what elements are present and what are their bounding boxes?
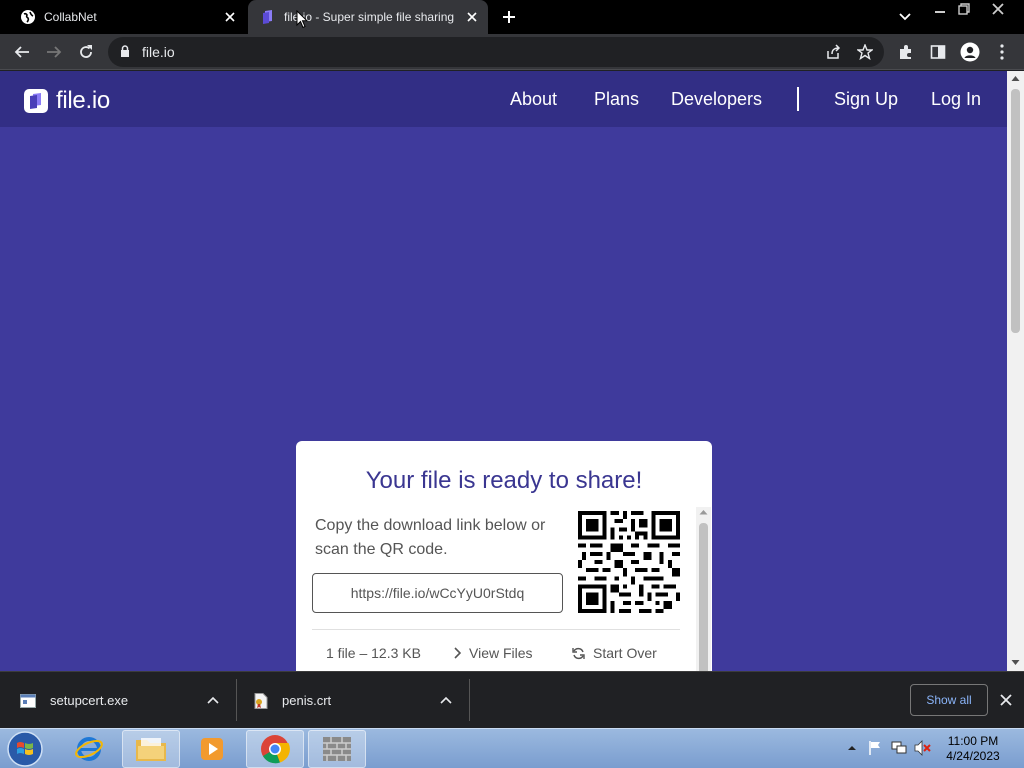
start-over-label: Start Over	[593, 645, 657, 661]
download-separator	[469, 679, 470, 721]
download-options-chevron-icon[interactable]	[438, 692, 454, 708]
nav-developers[interactable]: Developers	[671, 89, 762, 110]
scroll-up-arrow-icon[interactable]	[699, 509, 708, 515]
fileio-favicon-icon	[263, 10, 272, 24]
view-files-label: View Files	[469, 645, 533, 661]
bookmark-star-icon[interactable]	[856, 43, 874, 61]
page-scrollbar[interactable]	[1007, 71, 1024, 671]
extensions-puzzle-icon[interactable]	[894, 40, 918, 64]
close-downloads-icon[interactable]	[998, 692, 1014, 708]
card-scroll-thumb[interactable]	[699, 523, 708, 671]
show-hidden-icons-chevron-icon[interactable]	[843, 739, 861, 757]
download-filename: penis.crt	[282, 693, 332, 708]
download-filename: setupcert.exe	[50, 693, 129, 708]
media-player-taskbar-icon[interactable]	[183, 730, 241, 768]
nav-sign-up[interactable]: Sign Up	[834, 89, 898, 110]
nav-log-in[interactable]: Log In	[931, 89, 981, 110]
mouse-cursor-icon	[296, 10, 308, 29]
download-item-crt[interactable]: penis.crt	[254, 672, 331, 729]
card-scrollbar[interactable]	[696, 507, 711, 671]
tab-title: CollabNet	[44, 10, 97, 24]
card-divider	[312, 629, 680, 630]
nav-separator	[797, 87, 799, 111]
taskbar-clock[interactable]: 11:00 PM 4/24/2023	[938, 734, 1008, 764]
tab-search-chevron-icon[interactable]	[896, 8, 914, 26]
tab-title: file.io - Super simple file sharing	[284, 10, 455, 24]
chevron-right-icon	[454, 647, 461, 659]
scroll-down-arrow-icon[interactable]	[1011, 658, 1020, 667]
nav-plans[interactable]: Plans	[594, 89, 639, 110]
downloads-bar: setupcert.exe penis.crt Show all	[0, 671, 1024, 728]
globe-icon	[21, 10, 35, 24]
download-link-field[interactable]: https://file.io/wCcYyU0rStdq	[312, 573, 563, 613]
share-icon[interactable]	[824, 43, 842, 61]
back-button[interactable]	[10, 40, 34, 64]
forward-button[interactable]	[42, 40, 66, 64]
show-all-button[interactable]: Show all	[910, 684, 988, 716]
side-panel-icon[interactable]	[926, 40, 950, 64]
network-icon[interactable]	[890, 739, 908, 757]
menu-kebab-icon[interactable]	[990, 40, 1014, 64]
start-button[interactable]	[5, 730, 45, 768]
page-viewport: file.io About Plans Developers Sign Up L…	[0, 71, 1024, 671]
tab-close-icon[interactable]	[222, 9, 238, 25]
clock-time: 11:00 PM	[947, 734, 999, 748]
exe-file-icon	[20, 693, 36, 708]
restore-button[interactable]	[954, 0, 974, 18]
site-logo[interactable]: file.io	[24, 87, 110, 115]
clock-date: 4/24/2023	[946, 749, 1000, 763]
profile-avatar-icon[interactable]	[958, 40, 982, 64]
certificate-file-icon	[254, 692, 268, 709]
browser-toolbar: file.io	[0, 34, 1024, 70]
url-text: file.io	[142, 44, 175, 60]
tab-collabnet[interactable]: CollabNet	[0, 0, 246, 34]
reload-button[interactable]	[74, 40, 98, 64]
minimize-button[interactable]	[930, 0, 950, 18]
internet-explorer-taskbar-icon[interactable]	[60, 730, 118, 768]
card-title: Your file is ready to share!	[365, 467, 643, 494]
tab-strip: CollabNet file.io - Super simple file sh…	[0, 0, 1024, 34]
address-bar[interactable]: file.io	[108, 37, 884, 67]
page-scroll-thumb[interactable]	[1011, 89, 1020, 333]
fileio-logo-icon	[24, 89, 48, 113]
new-tab-button[interactable]	[499, 7, 519, 27]
firewall-taskbar-icon[interactable]	[308, 730, 366, 768]
windows-taskbar: 11:00 PM 4/24/2023	[0, 728, 1024, 768]
chrome-taskbar-icon[interactable]	[246, 730, 304, 768]
view-files-button[interactable]: View Files	[453, 645, 533, 661]
site-header: file.io About Plans Developers Sign Up L…	[0, 71, 1007, 127]
card-description: Copy the download link below or scan the…	[315, 517, 546, 558]
nav-about[interactable]: About	[510, 89, 557, 110]
scroll-up-arrow-icon[interactable]	[1011, 74, 1020, 83]
logo-text: file.io	[56, 87, 110, 114]
start-over-button[interactable]: Start Over	[572, 645, 657, 661]
download-options-chevron-icon[interactable]	[205, 692, 221, 708]
tab-close-icon[interactable]	[464, 9, 480, 25]
tab-fileio[interactable]: file.io - Super simple file sharing	[248, 0, 488, 34]
refresh-icon	[572, 647, 585, 659]
volume-muted-icon[interactable]	[914, 739, 932, 757]
qr-code-image[interactable]	[578, 511, 680, 613]
lock-icon	[121, 45, 129, 57]
windows-logo-icon	[7, 731, 43, 767]
share-card: Your file is ready to share! Copy the do…	[296, 441, 712, 671]
action-center-flag-icon[interactable]	[866, 739, 884, 757]
download-separator	[236, 679, 237, 721]
download-item-setupcert[interactable]: setupcert.exe	[20, 672, 128, 729]
window-close-button[interactable]	[986, 0, 1010, 18]
file-info-text: 1 file – 12.3 KB	[326, 645, 421, 661]
file-explorer-taskbar-icon[interactable]	[122, 730, 180, 768]
